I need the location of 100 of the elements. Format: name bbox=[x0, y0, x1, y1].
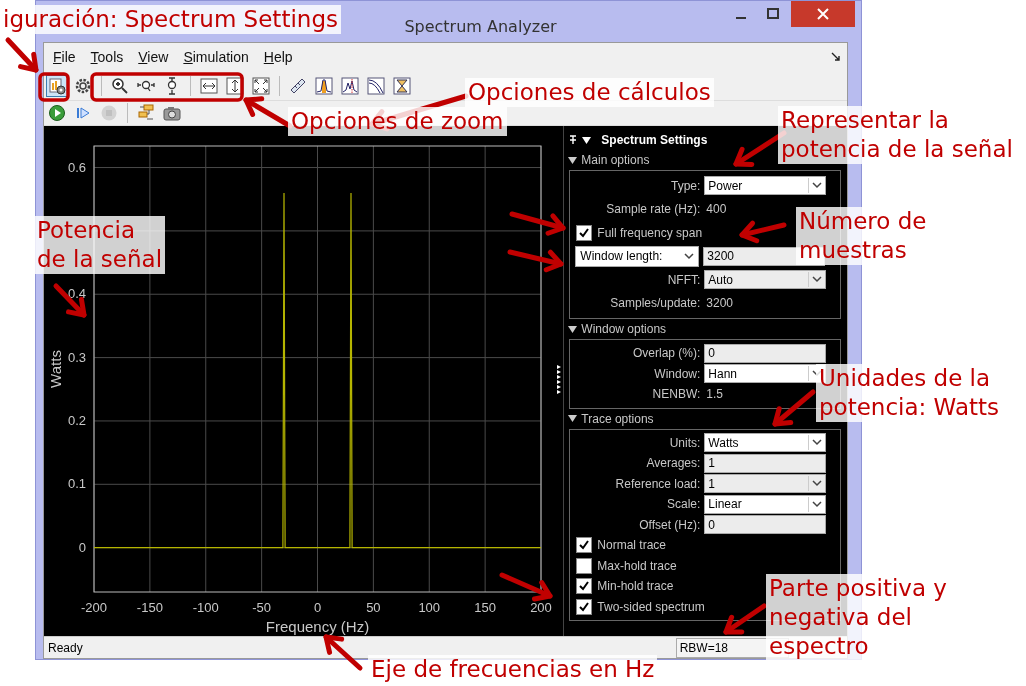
tick-label: 0 bbox=[313, 600, 322, 615]
tick-label: -50 bbox=[252, 600, 271, 615]
checkbox-label[interactable]: Two-sided spectrum bbox=[597, 599, 705, 614]
peak-button[interactable] bbox=[313, 74, 335, 97]
minimize-icon bbox=[736, 17, 746, 19]
dropdown[interactable]: 1 bbox=[704, 474, 827, 494]
dropdown[interactable]: Linear bbox=[704, 494, 827, 514]
section-title[interactable]: Main options bbox=[581, 153, 650, 167]
dropdown[interactable]: Auto bbox=[704, 270, 827, 290]
hourglass-button[interactable] bbox=[391, 74, 413, 97]
run-icon bbox=[48, 104, 66, 122]
tick-label: 0.4 bbox=[67, 286, 86, 302]
checkbox[interactable] bbox=[576, 598, 593, 615]
field-label: Offset (Hz): bbox=[638, 517, 702, 532]
expand-arrow-icon[interactable] bbox=[568, 324, 578, 334]
annotation-label: Opciones de zoom bbox=[288, 107, 507, 136]
menu-item[interactable]: View bbox=[132, 47, 175, 67]
fit-x-icon bbox=[200, 76, 218, 95]
close-icon bbox=[817, 8, 829, 20]
checkbox-label[interactable]: Normal trace bbox=[597, 538, 667, 553]
annotation-arrow bbox=[772, 389, 816, 427]
checkbox-label[interactable]: Full frequency span bbox=[597, 225, 703, 240]
expand-arrow-icon[interactable] bbox=[568, 414, 578, 423]
step-icon bbox=[74, 104, 92, 122]
spectrum-button[interactable] bbox=[339, 74, 361, 97]
menu-item[interactable]: File bbox=[47, 47, 82, 67]
annotation-label: Opciones de cálculos bbox=[465, 78, 714, 107]
pin-icon[interactable] bbox=[568, 135, 579, 145]
field-label: Overlap (%): bbox=[632, 346, 702, 361]
undock-icon[interactable] bbox=[831, 52, 841, 62]
field-label: Reference load: bbox=[614, 476, 702, 491]
panel-title: Spectrum Settings bbox=[601, 133, 708, 147]
checkbox[interactable] bbox=[576, 224, 593, 241]
checkbox-label[interactable]: Max-hold trace bbox=[597, 558, 677, 573]
field-value: 3200 bbox=[705, 296, 734, 311]
field-label: Samples/update: bbox=[609, 296, 702, 311]
curve-icon bbox=[367, 76, 385, 95]
close-button[interactable] bbox=[791, 1, 855, 27]
menu-item[interactable]: Simulation bbox=[177, 47, 255, 67]
annotation-arrow bbox=[509, 211, 566, 236]
chevron-down-icon bbox=[812, 480, 823, 488]
axis-label: Watts bbox=[47, 350, 64, 388]
curve-button[interactable] bbox=[365, 74, 387, 97]
zoom-in-icon bbox=[111, 76, 129, 95]
annotation-label: Potencia de la señal bbox=[34, 216, 166, 274]
fit-all-button[interactable] bbox=[250, 74, 272, 97]
chevron-down-icon bbox=[812, 276, 823, 284]
tick-label: 0.3 bbox=[67, 349, 86, 365]
camera-icon bbox=[163, 104, 181, 122]
section-title[interactable]: Trace options bbox=[581, 411, 654, 426]
field-value: 400 bbox=[705, 202, 727, 217]
checkbox-label[interactable]: Min-hold trace bbox=[597, 579, 674, 594]
field-label: Type: bbox=[670, 178, 702, 193]
annotation-arrow bbox=[739, 220, 787, 244]
checkbox[interactable] bbox=[576, 537, 593, 554]
chevron-down-icon bbox=[812, 500, 823, 508]
annotation-arrow bbox=[5, 37, 39, 73]
annotation-label: Parte positiva y negativa del espectro bbox=[766, 574, 950, 661]
run-button[interactable] bbox=[46, 102, 68, 124]
status-text: Ready bbox=[47, 640, 83, 655]
fit-all-icon bbox=[252, 76, 270, 95]
checkbox[interactable] bbox=[576, 557, 593, 574]
dropdown[interactable]: Window length: bbox=[575, 245, 700, 267]
field-label: NFFT: bbox=[666, 272, 702, 287]
settings-page-icon bbox=[48, 76, 66, 95]
menu-item[interactable]: Tools bbox=[84, 47, 130, 67]
dropdown[interactable]: Watts bbox=[704, 433, 827, 453]
highlight-frame bbox=[38, 72, 70, 102]
blocks-icon bbox=[137, 104, 155, 122]
tick-label: -200 bbox=[81, 600, 107, 615]
chevron-down-icon bbox=[684, 252, 695, 260]
peak-icon bbox=[315, 76, 333, 95]
field-label: Averages: bbox=[645, 456, 702, 471]
tick-label: 0.2 bbox=[67, 412, 86, 428]
spectrum-icon bbox=[341, 76, 359, 95]
tick-label: 0.6 bbox=[67, 159, 86, 175]
input-field[interactable]: 0 bbox=[704, 343, 827, 363]
dropdown-arrow-icon[interactable] bbox=[582, 135, 592, 145]
tick-label: 150 bbox=[474, 600, 496, 615]
chevron-down-icon bbox=[812, 439, 823, 447]
maximize-icon bbox=[767, 8, 779, 20]
gear-icon bbox=[74, 76, 92, 95]
field-label: Window: bbox=[653, 366, 702, 381]
dropdown[interactable]: Power bbox=[704, 176, 827, 196]
menu-item[interactable]: Help bbox=[257, 47, 299, 67]
field-label: Scale: bbox=[666, 497, 702, 512]
field-label: NENBW: bbox=[651, 387, 702, 402]
stop-icon bbox=[100, 104, 118, 122]
field-label: Sample rate (Hz): bbox=[605, 202, 702, 217]
axis-label: Frequency (Hz) bbox=[265, 618, 370, 635]
input-field[interactable]: 1 bbox=[704, 453, 827, 473]
input-field[interactable]: 0 bbox=[704, 515, 827, 535]
tick-label: 50 bbox=[366, 600, 381, 615]
expand-arrow-icon[interactable] bbox=[568, 155, 578, 165]
checkbox[interactable] bbox=[576, 578, 593, 595]
hourglass-icon bbox=[393, 76, 411, 95]
tick-label: 100 bbox=[418, 600, 441, 615]
annotation-label: Eje de frecuencias en Hz bbox=[368, 655, 658, 684]
tick-label: -150 bbox=[136, 600, 163, 615]
section-title[interactable]: Window options bbox=[581, 322, 667, 336]
